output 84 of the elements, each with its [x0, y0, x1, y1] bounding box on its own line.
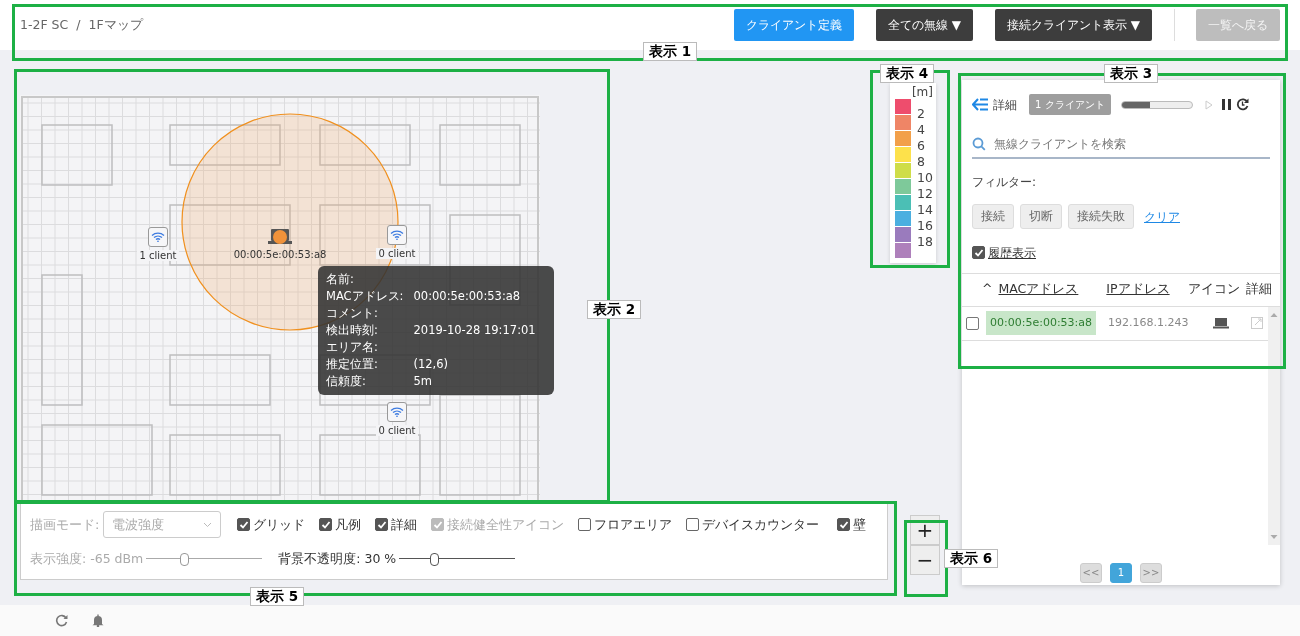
tooltip-label: 検出時刻:	[326, 322, 414, 339]
breadcrumb-item[interactable]: 1-2F SC	[20, 15, 69, 35]
dropdown-button[interactable]: 接続クライアント表示 ▼	[994, 9, 1152, 41]
tooltip-value: 00:00:5e:00:53:a8	[413, 289, 521, 303]
legend-value: 8	[917, 155, 925, 169]
filter-button[interactable]: 切断	[1020, 204, 1062, 230]
ap-client-count: 0 client	[376, 425, 418, 436]
client-count-badge: 1 クライアント	[1029, 94, 1111, 115]
legend-value: 10	[917, 171, 933, 185]
tooltip-label: MACアドレス:	[326, 288, 414, 305]
access-point-icon[interactable]	[387, 225, 407, 245]
draw-mode-label: 描画モード:	[30, 515, 100, 534]
annotation-label: 表示 5	[250, 587, 305, 606]
checkmark-icon	[433, 519, 444, 530]
slider-thumb[interactable]	[430, 553, 440, 567]
panel-title: 詳細	[993, 96, 1017, 114]
ap-client-count: 1 client	[137, 250, 179, 261]
search-icon	[972, 137, 986, 151]
checkbox[interactable]: 壁	[837, 514, 867, 535]
zoom-in-button[interactable]: +	[910, 515, 940, 545]
legend-value: 12	[917, 187, 933, 201]
tooltip-value: 2019-10-28 19:17:01	[413, 323, 536, 337]
filter-label: フィルター:	[972, 174, 1038, 191]
annotation-label: 表示 4	[880, 64, 935, 83]
checkmark-icon	[377, 519, 388, 530]
checkbox[interactable]: フロアエリア	[578, 514, 673, 535]
checkbox[interactable]: グリッド	[237, 514, 306, 535]
checkbox[interactable]: デバイスカウンター	[686, 514, 820, 535]
breadcrumb-item[interactable]: 1Fマップ	[88, 15, 143, 35]
annotation-label: 表示 2	[587, 300, 642, 319]
slider-label: 背景不透明度: 30 %	[278, 550, 397, 568]
refresh-icon[interactable]	[1235, 98, 1249, 111]
laptop-icon[interactable]	[268, 227, 292, 247]
checkmark-icon	[321, 519, 332, 530]
annotation-label: 表示 1	[643, 42, 698, 61]
legend-value: 6	[917, 139, 925, 153]
access-point-icon[interactable]	[148, 227, 168, 247]
row-checkbox[interactable]	[966, 316, 979, 330]
sort-indicator[interactable]: ^	[982, 281, 993, 297]
checkmark-icon	[839, 519, 850, 530]
annotation-label: 表示 3	[1104, 64, 1159, 83]
tooltip-label: 信頼度:	[326, 373, 414, 390]
scrollbar[interactable]	[1268, 306, 1280, 545]
filter-button[interactable]: 接続	[972, 204, 1014, 230]
filter-button[interactable]: 接続失敗	[1068, 204, 1134, 230]
mac-address-cell: 00:00:5e:00:53:a8	[986, 310, 1097, 336]
legend-value: 2	[917, 107, 925, 121]
checkbox[interactable]: 詳細	[375, 514, 418, 535]
annotation-label: 表示 6	[944, 549, 999, 568]
tooltip-label: 名前:	[326, 271, 355, 288]
legend-value: 18	[917, 235, 933, 249]
breadcrumb-separator: /	[76, 15, 81, 34]
access-point-icon[interactable]	[387, 402, 407, 422]
slider[interactable]	[399, 553, 516, 566]
collapse-list-icon[interactable]	[972, 98, 989, 111]
legend-value: 14	[917, 203, 933, 217]
laptop-icon	[1212, 317, 1229, 329]
tooltip-label: 推定位置:	[326, 356, 414, 373]
tooltip-value: (12,6)	[413, 357, 449, 371]
checkmark-icon	[239, 519, 250, 530]
column-header: アイコン	[1187, 280, 1240, 299]
bell-icon[interactable]	[92, 614, 104, 627]
pause-icon[interactable]	[1221, 99, 1231, 110]
tooltip-label: コメント:	[326, 305, 379, 322]
history-checkbox[interactable]: 履歴表示	[972, 245, 1270, 263]
ip-address-cell-text: 192.168.1.243	[1108, 314, 1189, 331]
client-mac-label: 00:00:5e:00:53:a8	[233, 249, 327, 260]
scroll-down-icon[interactable]	[1268, 532, 1280, 541]
ap-client-count: 0 client	[376, 248, 418, 259]
dropdown-button[interactable]: 全ての無線 ▼	[875, 9, 973, 41]
checkmark-icon	[974, 248, 984, 259]
legend-value: 4	[917, 123, 925, 137]
zoom-out-button[interactable]: −	[910, 545, 940, 575]
column-header[interactable]: IPアドレス	[1106, 280, 1170, 299]
checkbox[interactable]: 凡例	[319, 514, 362, 535]
clear-filter-link[interactable]: クリア	[1144, 207, 1180, 226]
column-header[interactable]: MACアドレス	[998, 281, 1079, 297]
tooltip-label: エリア名:	[326, 339, 379, 356]
column-header: 詳細	[1245, 280, 1272, 299]
slider-label: 表示強度: -65 dBm	[30, 550, 144, 568]
legend-unit: [m]	[910, 85, 933, 99]
chevron-down-icon	[203, 521, 213, 528]
tooltip-value: 5m	[413, 374, 433, 388]
legend-value: 16	[917, 219, 933, 233]
